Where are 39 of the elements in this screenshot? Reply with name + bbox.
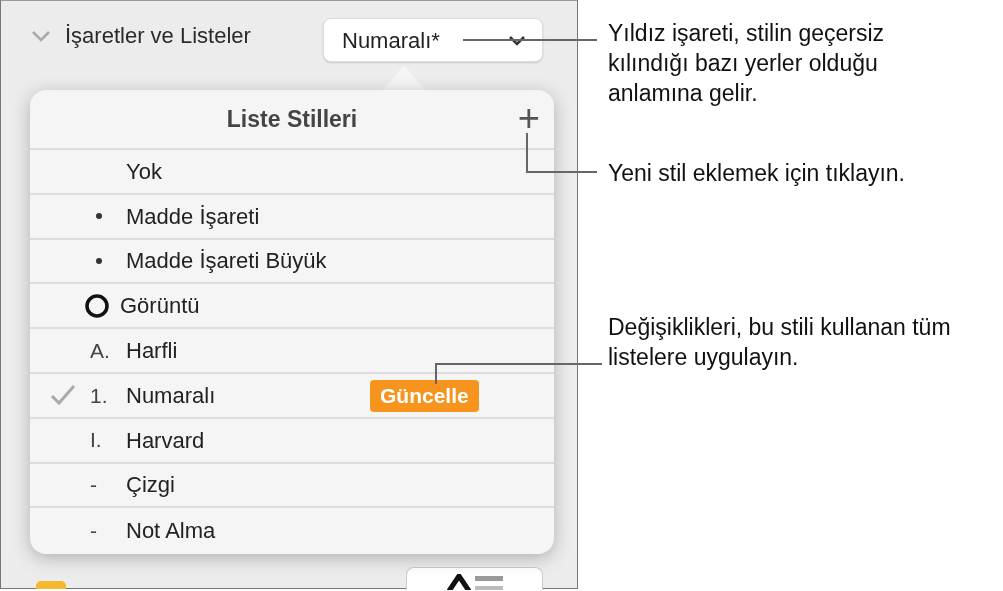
list-marker: A. [90,337,110,364]
list-style-row[interactable]: 1. Numaralı Güncelle [30,374,554,419]
list-style-row[interactable]: Madde İşareti Büyük [30,239,554,285]
list-style-name: Görüntü [120,292,200,321]
list-style-name: Yok [126,157,162,186]
callout-text: Yıldız işareti, stilin geçersiz kılındığı bazı yerler olduğu anlamına gelir. [608,19,886,108]
list-style-row[interactable]: Görüntü [30,284,554,330]
list-style-name: Madde İşareti [126,202,260,231]
list-style-name: Not Alma [126,517,216,546]
list-style-name: Çizgi [126,471,175,500]
style-popup-button[interactable]: Numaralı* [323,18,543,62]
list-style-row[interactable]: - Not Alma [30,508,554,554]
bullet-icon [96,213,102,220]
list-style-name: Madde İşareti Büyük [126,247,327,276]
text-format-button[interactable] [406,567,543,590]
list-marker: 1. [90,382,108,409]
text-format-icon [444,574,505,590]
checkbox[interactable] [36,581,66,589]
callout-text: Değişiklikleri, bu stili kullanan tüm listelere uygulayın. [608,313,952,372]
popover-title: Liste Stilleri [226,104,358,134]
chevron-icon [508,34,526,46]
list-style-row[interactable]: I. Harvard [30,418,554,464]
add-style-button[interactable]: + [515,100,542,136]
callout-text: Yeni stil eklemek için tıklayın. [608,159,906,188]
list-marker: - [90,518,97,544]
list-style-row[interactable]: - Çizgi [30,463,554,509]
circle-icon [84,292,110,319]
list-style-row[interactable]: Madde İşareti [30,194,554,240]
chevron-icon[interactable] [31,29,51,42]
list-style-name: Numaralı [126,381,216,410]
list-style-name: Harvard [126,426,205,455]
bullet-icon [96,258,102,264]
list-style-row[interactable]: Yok [30,150,554,195]
section-title: İşaretler ve Listeler [65,22,251,50]
leader-line [526,132,598,173]
list-style-row[interactable]: A. Harfli [30,329,554,374]
list-marker: I. [90,427,102,454]
list-marker: - [90,472,97,499]
list-style-name: Harfli [126,337,178,366]
